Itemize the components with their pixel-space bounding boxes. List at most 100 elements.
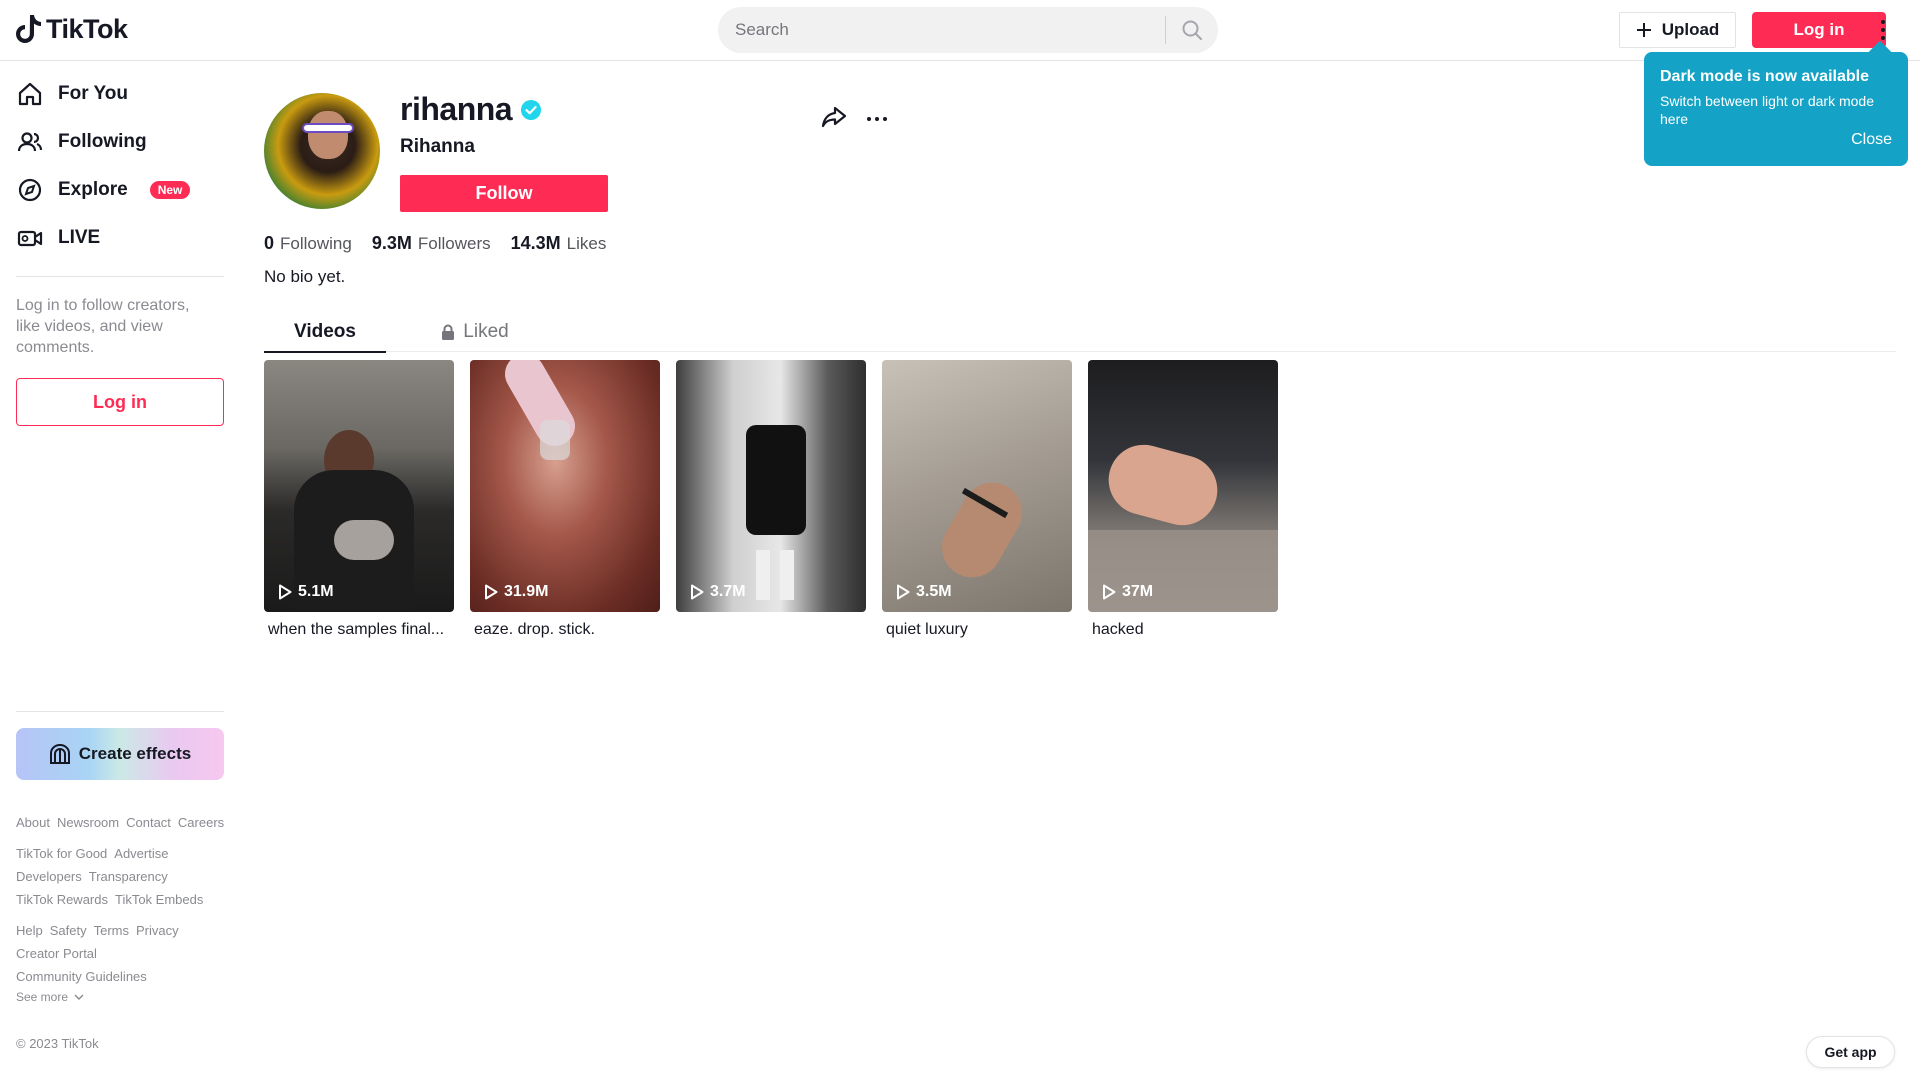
sidebar-item-following[interactable]: Following xyxy=(16,118,224,166)
following-label: Following xyxy=(280,234,352,253)
view-count-text: 5.1M xyxy=(298,583,334,600)
sidebar-item-explore[interactable]: Explore New xyxy=(16,166,224,214)
followers-count: 9.3M xyxy=(371,233,412,253)
footer-link-tiktok-embeds[interactable]: TikTok Embeds xyxy=(115,888,203,911)
followers-stat[interactable]: 9.3M Followers xyxy=(372,233,491,254)
follow-button[interactable]: Follow xyxy=(400,175,608,212)
sidebar-divider xyxy=(16,276,224,277)
view-count-text: 3.5M xyxy=(916,583,952,600)
view-count: 37M xyxy=(1102,583,1153,601)
profile-tabs: Videos Liked xyxy=(264,312,1896,353)
footer-link-tiktok-for-good[interactable]: TikTok for Good xyxy=(16,842,107,865)
footer-link-terms[interactable]: Terms xyxy=(94,919,129,942)
video-caption: hacked xyxy=(1092,621,1144,638)
video-thumbnail[interactable]: 5.1M xyxy=(264,360,454,612)
footer-link-creator-portal[interactable]: Creator Portal xyxy=(16,942,97,965)
view-count-text: 3.7M xyxy=(710,583,746,600)
footer-link-contact[interactable]: Contact xyxy=(126,811,171,834)
search-icon xyxy=(1182,20,1202,40)
video-card[interactable]: 37M hacked xyxy=(1088,360,1278,643)
footer-link-transparency[interactable]: Transparency xyxy=(89,865,168,888)
sidebar-login-button[interactable]: Log in xyxy=(16,378,224,426)
tiktok-logo[interactable]: TikTok xyxy=(16,13,128,45)
following-stat[interactable]: 0 Following xyxy=(264,233,352,254)
sidebar-item-for-you[interactable]: For You xyxy=(16,70,224,118)
footer-link-careers[interactable]: Careers xyxy=(178,811,224,834)
tab-liked-label: Liked xyxy=(463,321,509,342)
video-caption: quiet luxury xyxy=(886,621,968,638)
footer-link-community-guidelines[interactable]: Community Guidelines xyxy=(16,965,147,988)
view-count-text: 37M xyxy=(1122,583,1154,600)
video-caption: when the samples final... xyxy=(268,621,445,638)
video-caption xyxy=(676,621,862,643)
video-thumbnail[interactable]: 3.7M xyxy=(676,360,866,612)
video-thumbnail[interactable]: 3.5M xyxy=(882,360,1072,612)
sidebar-item-live[interactable]: LIVE xyxy=(16,214,224,262)
following-count: 0 xyxy=(264,233,275,253)
effects-house-icon xyxy=(49,744,70,764)
compass-icon xyxy=(16,176,44,204)
top-navigation-bar: TikTok Upload Log in xyxy=(0,0,1920,61)
footer-row: TikTok Rewards TikTok Embeds xyxy=(16,888,226,911)
footer-link-safety[interactable]: Safety xyxy=(50,919,87,942)
footer-link-developers[interactable]: Developers xyxy=(16,865,82,888)
footer-row: Developers Transparency xyxy=(16,865,226,888)
footer-link-help[interactable]: Help xyxy=(16,919,43,942)
video-card[interactable]: 5.1M when the samples final... xyxy=(264,360,454,643)
create-effects-button[interactable]: Create effects xyxy=(16,728,224,780)
footer-link-privacy[interactable]: Privacy xyxy=(136,919,179,942)
view-count: 5.1M xyxy=(278,583,334,601)
upload-button[interactable]: Upload xyxy=(1619,12,1736,48)
footer-row: Help Safety Terms Privacy xyxy=(16,919,226,942)
avatar[interactable] xyxy=(264,93,380,209)
username: rihanna xyxy=(400,91,513,127)
search-button[interactable] xyxy=(1166,7,1218,53)
tooltip-body: Switch between light or dark mode here xyxy=(1660,93,1874,127)
footer-link-advertise[interactable]: Advertise xyxy=(114,842,168,865)
video-card[interactable]: 31.9M eaze. drop. stick. xyxy=(470,360,660,643)
likes-stat: 14.3M Likes xyxy=(511,233,607,254)
tab-liked[interactable]: Liked xyxy=(414,312,536,352)
followers-label: Followers xyxy=(417,234,491,253)
sidebar-item-label: LIVE xyxy=(58,227,101,248)
display-name: Rihanna xyxy=(400,136,475,157)
video-card[interactable]: 3.5M quiet luxury xyxy=(882,360,1072,643)
sidebar-item-label: Explore xyxy=(58,179,128,200)
bio: No bio yet. xyxy=(264,267,346,286)
footer-row: Creator Portal xyxy=(16,942,226,965)
more-options-icon[interactable] xyxy=(1870,14,1896,46)
sidebar-item-label: Following xyxy=(58,131,147,152)
view-count: 3.7M xyxy=(690,583,746,601)
footer-link-tiktok-rewards[interactable]: TikTok Rewards xyxy=(16,888,108,911)
play-icon xyxy=(279,584,292,600)
chevron-down-icon xyxy=(74,994,84,1000)
new-badge: New xyxy=(149,181,191,199)
footer-link-about[interactable]: About xyxy=(16,811,50,834)
search-input[interactable] xyxy=(718,7,1165,53)
video-grid: 5.1M when the samples final... 31.9M eaz… xyxy=(264,360,1278,643)
verified-badge-icon xyxy=(521,99,542,120)
login-prompt-text: Log in to follow creators, like videos, … xyxy=(16,297,190,356)
live-icon xyxy=(16,224,44,252)
video-thumbnail[interactable]: 37M xyxy=(1088,360,1278,612)
sidebar: For You Following Explore New LIVE Log i… xyxy=(16,61,224,1080)
tooltip-close-button[interactable]: Close xyxy=(1851,131,1892,149)
more-horizontal-icon[interactable] xyxy=(862,107,892,131)
footer-link-newsroom[interactable]: Newsroom xyxy=(57,811,119,834)
play-icon xyxy=(485,584,498,600)
video-thumbnail[interactable]: 31.9M xyxy=(470,360,660,612)
likes-label: Likes xyxy=(566,234,607,253)
view-count: 31.9M xyxy=(484,583,548,601)
see-more-link[interactable]: See more xyxy=(16,990,226,1004)
header-login-button[interactable]: Log in xyxy=(1752,12,1886,48)
home-icon xyxy=(16,80,44,108)
tooltip-title: Dark mode is now available xyxy=(1660,68,1869,85)
username-row: rihanna xyxy=(400,91,542,128)
share-icon[interactable] xyxy=(820,103,850,133)
create-effects-label: Create effects xyxy=(78,744,192,763)
video-card[interactable]: 3.7M xyxy=(676,360,866,643)
likes-count: 14.3M xyxy=(510,233,561,253)
tab-videos[interactable]: Videos xyxy=(264,312,386,353)
upload-label: Upload xyxy=(1661,20,1720,39)
get-app-button[interactable]: Get app xyxy=(1806,1036,1895,1068)
